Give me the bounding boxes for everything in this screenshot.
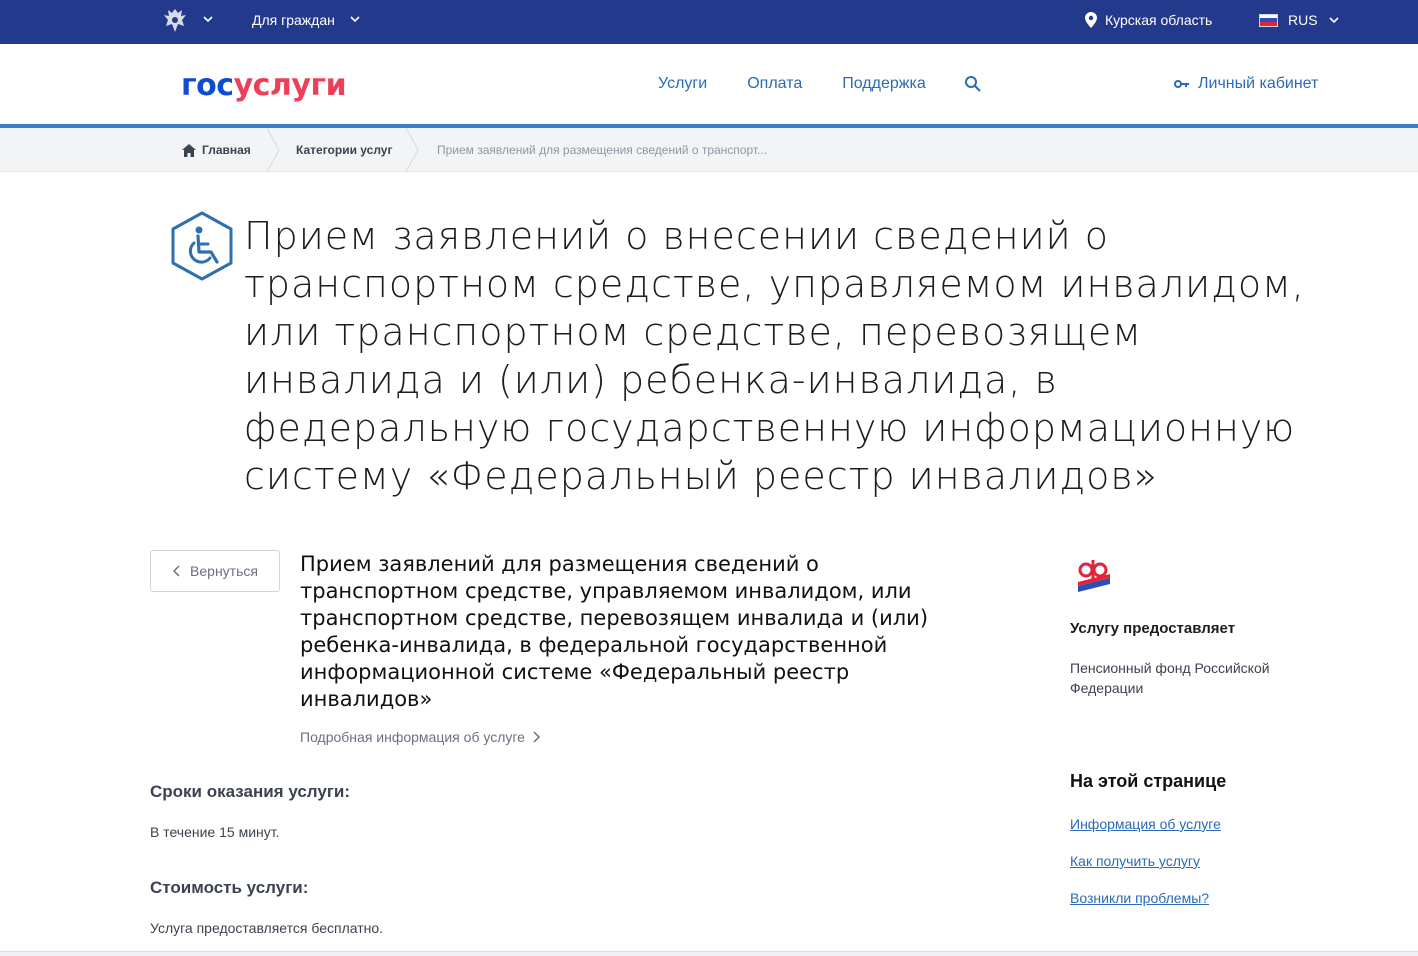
search-icon[interactable] xyxy=(964,75,982,93)
link-problems[interactable]: Возникли проблемы? xyxy=(1070,890,1209,906)
russian-flag-icon xyxy=(1259,13,1278,27)
link-service-info[interactable]: Информация об услуге xyxy=(1070,816,1221,832)
breadcrumb-home-label: Главная xyxy=(202,143,251,157)
breadcrumb: Главная Категории услуг Прием заявлений … xyxy=(0,128,1418,172)
nav-support[interactable]: Поддержка xyxy=(842,75,925,93)
more-info-link[interactable]: Подробная информация об услуге xyxy=(300,729,541,745)
key-icon xyxy=(1174,80,1189,88)
chevron-down-icon[interactable] xyxy=(349,13,361,25)
on-this-page-heading: На этой странице xyxy=(1070,771,1227,791)
chevron-left-icon xyxy=(172,565,180,577)
top-bar: Для граждан Курская область RUS xyxy=(0,0,1418,44)
page-title: Прием заявлений о внесении сведений о тр… xyxy=(244,214,1305,498)
main-nav: Услуги Оплата Поддержка xyxy=(658,75,926,93)
back-button-label: Вернуться xyxy=(190,563,258,579)
cost-heading: Стоимость услуги: xyxy=(150,878,309,897)
more-info-label: Подробная информация об услуге xyxy=(300,729,525,745)
cabinet-label: Личный кабинет xyxy=(1198,75,1319,92)
link-how-to-get[interactable]: Как получить услугу xyxy=(1070,853,1200,869)
chevron-right-icon xyxy=(533,731,541,743)
breadcrumb-separator xyxy=(405,128,419,172)
for-citizens-menu[interactable]: Для граждан xyxy=(252,12,335,28)
nav-payment[interactable]: Оплата xyxy=(747,75,802,93)
bottom-divider xyxy=(0,951,1418,956)
breadcrumb-current: Прием заявлений для размещения сведений … xyxy=(437,128,767,172)
provider-heading: Услугу предоставляет xyxy=(1070,620,1236,637)
home-icon xyxy=(182,143,196,157)
breadcrumb-categories[interactable]: Категории услуг xyxy=(296,128,392,172)
terms-heading: Сроки оказания услуги: xyxy=(150,782,351,801)
site-header: госуслуги Услуги Оплата Поддержка Личный… xyxy=(0,44,1418,124)
personal-cabinet-link[interactable]: Личный кабинет xyxy=(1174,75,1318,93)
service-name: Прием заявлений для размещения сведений … xyxy=(300,552,929,711)
cost-text: Услуга предоставляется бесплатно. xyxy=(150,920,384,936)
location-pin-icon xyxy=(1085,12,1097,28)
nav-services[interactable]: Услуги xyxy=(658,75,707,93)
chevron-down-icon xyxy=(1328,17,1339,24)
pension-fund-logo-icon xyxy=(1078,560,1110,592)
language-label: RUS xyxy=(1288,12,1318,28)
back-button[interactable]: Вернуться xyxy=(150,550,280,592)
russian-emblem-icon[interactable] xyxy=(160,6,190,36)
gosuslugi-logo[interactable]: госуслуги xyxy=(181,68,347,103)
chevron-down-icon[interactable] xyxy=(202,13,214,25)
breadcrumb-home[interactable]: Главная xyxy=(182,128,251,172)
wheelchair-icon xyxy=(171,211,233,281)
breadcrumb-separator xyxy=(266,128,280,172)
provider-name: Пенсионный фонд Российской Федерации xyxy=(1070,660,1270,696)
region-label: Курская область xyxy=(1105,12,1213,28)
breadcrumb-categories-label: Категории услуг xyxy=(296,143,393,157)
breadcrumb-current-label: Прием заявлений для размещения сведений … xyxy=(437,143,768,157)
region-selector[interactable]: Курская область xyxy=(1085,10,1212,30)
language-selector[interactable]: RUS xyxy=(1259,10,1340,30)
terms-text: В течение 15 минут. xyxy=(150,824,280,840)
